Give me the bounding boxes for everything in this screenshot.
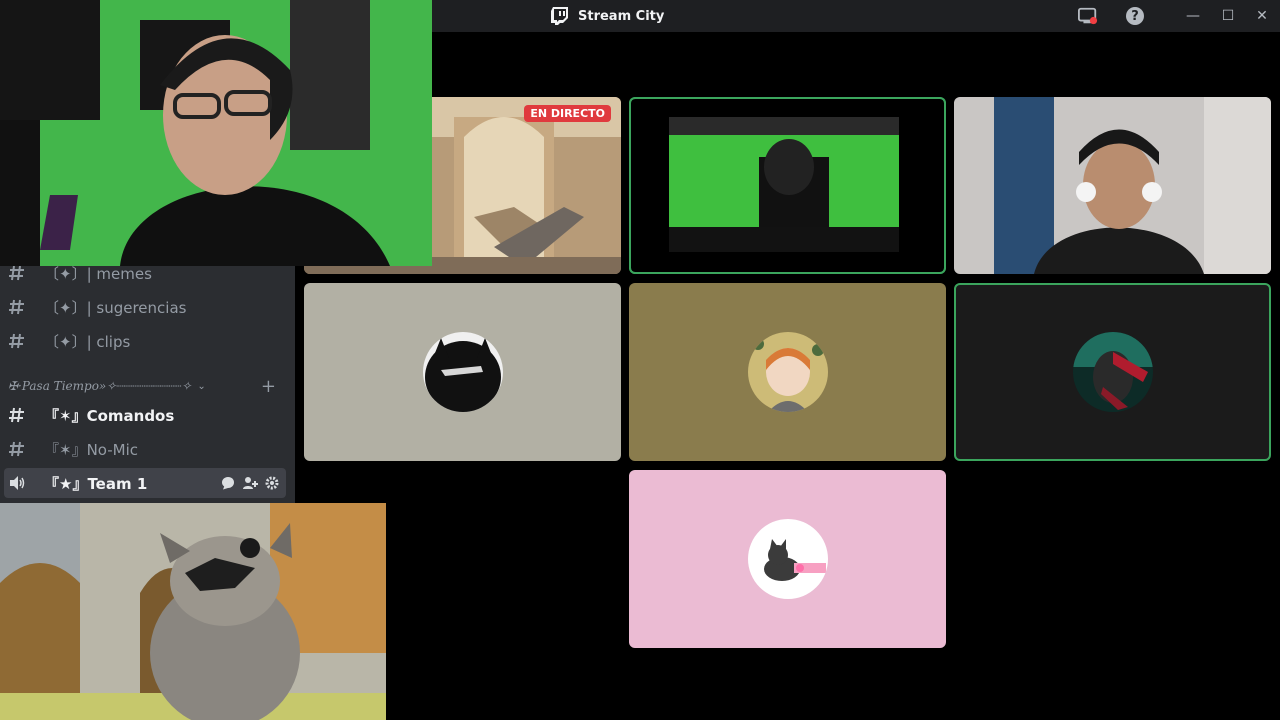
participant-tile-cat[interactable]	[304, 283, 621, 461]
twitch-icon	[551, 7, 568, 25]
category-label: ✠·Pasa Tiempo»✧┈┈┈┈┈┈┈┈┈✧	[8, 379, 192, 393]
channel-label: 『✶』No-Mic	[44, 440, 139, 459]
participant-tile-anime[interactable]	[629, 283, 946, 461]
chat-icon[interactable]	[220, 475, 236, 491]
live-badge: EN DIRECTO	[524, 105, 611, 122]
hashtag-icon	[9, 333, 24, 349]
channel-label: 『★』Team 1	[44, 474, 148, 493]
channel-comandos[interactable]: 『✶』Comandos	[0, 400, 286, 430]
avatar	[747, 332, 828, 412]
add-channel-button[interactable]: +	[261, 376, 276, 397]
close-button[interactable]: ✕	[1252, 6, 1272, 26]
speaker-icon	[10, 476, 25, 490]
popout-webcam-top[interactable]	[0, 0, 432, 266]
hashtag-icon	[9, 407, 24, 423]
avatar	[1072, 332, 1153, 412]
help-glyph: ?	[1126, 7, 1144, 25]
channel-label: 〔✦〕| sugerencias	[44, 298, 187, 317]
popout-webcam-bottom[interactable]	[0, 503, 386, 720]
invite-icon[interactable]	[242, 475, 258, 491]
stream-tile-webcam[interactable]	[629, 97, 946, 274]
maximize-button[interactable]: ☐	[1218, 6, 1238, 26]
channel-no-mic[interactable]: 『✶』No-Mic	[0, 434, 286, 464]
category-pasa-tiempo[interactable]: ✠·Pasa Tiempo»✧┈┈┈┈┈┈┈┈┈✧ ⌄ +	[8, 376, 284, 397]
stream-tile-camera-2[interactable]	[954, 97, 1271, 274]
hashtag-icon	[9, 299, 24, 315]
minimize-button[interactable]: —	[1183, 6, 1203, 26]
avatar	[422, 332, 503, 412]
speaking-outline	[629, 97, 946, 274]
webcam-thumbnail	[954, 97, 1271, 274]
chevron-down-icon: ⌄	[197, 380, 206, 392]
participant-tile-dark[interactable]	[954, 283, 1271, 461]
channel-sugerencias[interactable]: 〔✦〕| sugerencias	[0, 292, 286, 322]
webcam-video	[0, 0, 432, 266]
gear-icon[interactable]	[264, 475, 280, 491]
help-icon[interactable]: ?	[1125, 6, 1145, 26]
voice-channel-tools	[220, 475, 280, 491]
voice-channel-team-1[interactable]: 『★』Team 1	[4, 468, 286, 498]
channel-clips[interactable]: 〔✦〕| clips	[0, 326, 286, 356]
screen-share-icon[interactable]	[1078, 6, 1098, 26]
hashtag-icon	[9, 265, 24, 281]
hashtag-icon	[9, 441, 24, 457]
raccoon-video	[0, 503, 386, 720]
channel-label: 〔✦〕| clips	[44, 332, 131, 351]
participant-tile-pink[interactable]	[629, 470, 946, 648]
server-title: Stream City	[550, 6, 664, 26]
window-title: Stream City	[578, 8, 665, 24]
avatar	[747, 519, 828, 599]
channel-label: 『✶』Comandos	[44, 406, 175, 425]
